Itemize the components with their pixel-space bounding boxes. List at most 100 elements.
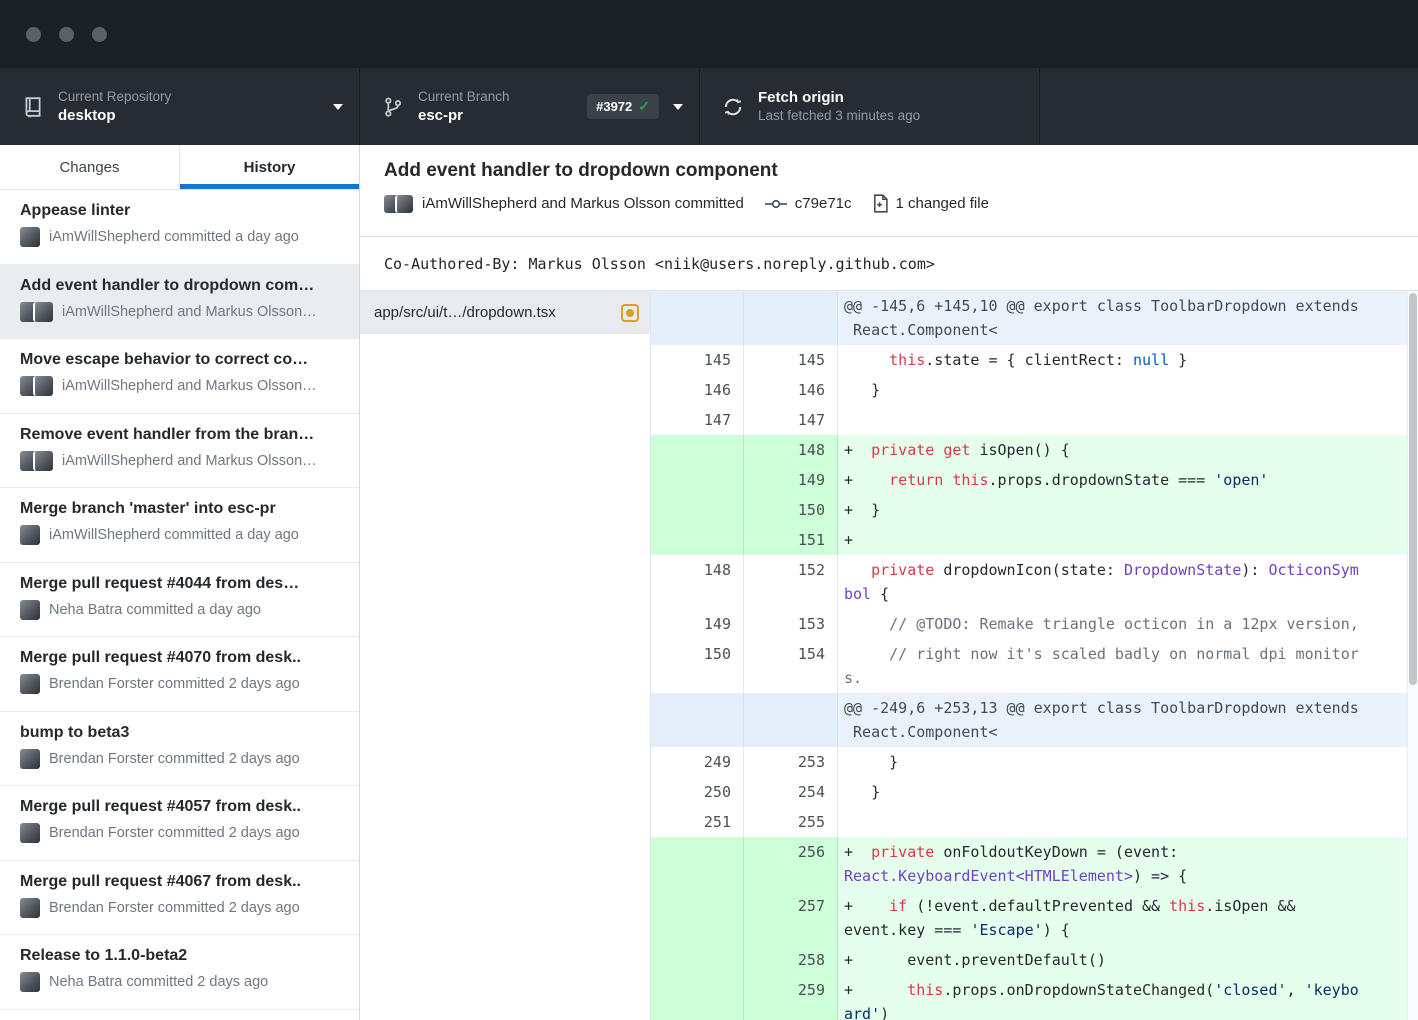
commit-list-item[interactable]: Remove event handler from the bran…iAmWi… bbox=[0, 414, 359, 489]
commit-list-item[interactable]: Merge pull request #4057 from desk..Bren… bbox=[0, 786, 359, 861]
commit-list-item[interactable]: Merge pull request #4070 from desk..Bren… bbox=[0, 637, 359, 712]
diff-scrollbar-track[interactable] bbox=[1407, 291, 1418, 1020]
new-line-number: 148 bbox=[744, 435, 838, 465]
diff-code: + private onFoldoutKeyDown = (event:Reac… bbox=[838, 837, 1418, 891]
commit-item-title: Merge pull request #4044 from des… bbox=[20, 575, 345, 593]
tab-changes[interactable]: Changes bbox=[0, 145, 179, 189]
old-line-number: 147 bbox=[651, 405, 744, 435]
commit-item-byline: iAmWillShepherd committed a day ago bbox=[20, 227, 345, 247]
old-line-number bbox=[651, 975, 744, 1020]
new-line-number: 149 bbox=[744, 465, 838, 495]
new-line-number: 258 bbox=[744, 945, 838, 975]
commit-item-title: bump to beta3 bbox=[20, 724, 345, 742]
sidebar: Changes History Appease linter iAmWillShe… bbox=[0, 145, 360, 1020]
avatar bbox=[384, 195, 413, 213]
diff-code: } bbox=[838, 747, 1418, 777]
commit-list-item[interactable]: bump to beta3Brendan Forster committed 2… bbox=[0, 712, 359, 787]
commit-history-list: Appease linter iAmWillShepherd committed … bbox=[0, 190, 359, 1020]
avatar bbox=[20, 972, 40, 992]
old-line-number bbox=[651, 435, 744, 465]
commit-list-item[interactable]: Merge pull request #4067 from desk.. Bren… bbox=[0, 861, 359, 936]
repository-label: Current Repository bbox=[58, 88, 171, 106]
old-line-number: 250 bbox=[651, 777, 744, 807]
window-zoom-button[interactable] bbox=[92, 27, 107, 42]
old-line-number: 251 bbox=[651, 807, 744, 837]
window-minimize-button[interactable] bbox=[59, 27, 74, 42]
branch-dropdown-button[interactable]: Current Branch esc-pr #3972 ✓ bbox=[360, 68, 700, 145]
chevron-down-icon bbox=[673, 104, 683, 110]
new-line-number bbox=[744, 291, 838, 345]
diff-code: private dropdownIcon(state: DropdownStat… bbox=[838, 555, 1418, 609]
old-line-number bbox=[651, 525, 744, 555]
new-line-number: 145 bbox=[744, 345, 838, 375]
diff-added-line: 150+ } bbox=[651, 495, 1418, 525]
diff-code: + if (!event.defaultPrevented && this.is… bbox=[838, 891, 1418, 945]
diff-scrollbar-thumb[interactable] bbox=[1409, 293, 1417, 685]
diff-context-line: 249253 } bbox=[651, 747, 1418, 777]
avatar bbox=[20, 600, 40, 620]
diff-hunk-header: @@ -249,6 +253,13 @@ export class Toolba… bbox=[651, 693, 1418, 747]
old-line-number bbox=[651, 693, 744, 747]
branch-name: esc-pr bbox=[418, 106, 510, 126]
app-toolbar: Current Repository desktop Current Branc… bbox=[0, 68, 1418, 145]
commit-item-byline: iAmWillShepherd and Markus Olsson… bbox=[20, 302, 345, 322]
old-line-number: 148 bbox=[651, 555, 744, 609]
commit-list-item[interactable]: Appease linter iAmWillShepherd committed … bbox=[0, 190, 359, 265]
avatar bbox=[20, 525, 40, 545]
commit-byline: iAmWillShepherd and Markus Olsson commit… bbox=[422, 195, 744, 212]
diff-added-line: 151+ bbox=[651, 525, 1418, 555]
old-line-number: 145 bbox=[651, 345, 744, 375]
diff-code: + event.preventDefault() bbox=[838, 945, 1418, 975]
new-line-number: 151 bbox=[744, 525, 838, 555]
diff-context-line: 145145 this.state = { clientRect: null } bbox=[651, 345, 1418, 375]
diff-context-line: 147147 bbox=[651, 405, 1418, 435]
old-line-number: 249 bbox=[651, 747, 744, 777]
avatar bbox=[20, 302, 53, 322]
diff-context-line: 149153 // @TODO: Remake triangle octicon… bbox=[651, 609, 1418, 639]
repository-dropdown-button[interactable]: Current Repository desktop bbox=[0, 68, 360, 145]
file-path: app/src/ui/t…/dropdown.tsx bbox=[374, 304, 611, 321]
commit-item-byline: Brendan Forster committed 2 days ago bbox=[20, 674, 345, 694]
avatar bbox=[20, 451, 53, 471]
commit-list-item[interactable]: Merge pull request #4044 from des…Neha B… bbox=[0, 563, 359, 638]
commit-item-byline: Brendan Forster committed 2 days ago bbox=[20, 898, 345, 918]
file-list-item[interactable]: app/src/ui/t…/dropdown.tsx bbox=[360, 291, 650, 334]
commit-item-title: Move escape behavior to correct co… bbox=[20, 351, 345, 369]
commit-list-item[interactable]: Add event handler to dropdown com… iAmWil… bbox=[0, 265, 359, 340]
commit-list-item[interactable]: Merge pull request #4050 from desk.. bbox=[0, 1010, 359, 1020]
new-line-number: 146 bbox=[744, 375, 838, 405]
commit-item-byline: iAmWillShepherd committed a day ago bbox=[20, 525, 345, 545]
commit-item-title: Merge pull request #4067 from desk.. bbox=[20, 873, 345, 891]
old-line-number bbox=[651, 891, 744, 945]
branch-label: Current Branch bbox=[418, 88, 510, 106]
diff-added-line: 258+ event.preventDefault() bbox=[651, 945, 1418, 975]
diff-code: } bbox=[838, 375, 1418, 405]
diff-added-line: 257+ if (!event.defaultPrevented && this… bbox=[651, 891, 1418, 945]
new-line-number: 254 bbox=[744, 777, 838, 807]
commit-list-item[interactable]: Release to 1.1.0-beta2Neha Batra committ… bbox=[0, 935, 359, 1010]
sidebar-tabs: Changes History bbox=[0, 145, 359, 190]
git-branch-icon bbox=[382, 96, 404, 118]
new-line-number: 147 bbox=[744, 405, 838, 435]
diff-code bbox=[838, 405, 1418, 435]
diff-context-line: 148152 private dropdownIcon(state: Dropd… bbox=[651, 555, 1418, 609]
fetch-origin-button[interactable]: Fetch origin Last fetched 3 minutes ago bbox=[700, 68, 1040, 145]
diff-context-line: 150154 // right now it's scaled badly on… bbox=[651, 639, 1418, 693]
window-close-button[interactable] bbox=[26, 27, 41, 42]
pull-request-badge: #3972 ✓ bbox=[587, 94, 659, 119]
new-line-number: 253 bbox=[744, 747, 838, 777]
diff-code: + } bbox=[838, 495, 1418, 525]
tab-history[interactable]: History bbox=[179, 145, 359, 189]
commit-title: Add event handler to dropdown component bbox=[384, 160, 1394, 182]
commit-item-title: Appease linter bbox=[20, 202, 345, 220]
diff-code: // @TODO: Remake triangle octicon in a 1… bbox=[838, 609, 1418, 639]
commit-item-title: Add event handler to dropdown com… bbox=[20, 277, 345, 295]
avatar bbox=[20, 749, 40, 769]
avatar bbox=[20, 376, 53, 396]
diff-context-line: 251255 bbox=[651, 807, 1418, 837]
window-titlebar bbox=[0, 0, 1418, 68]
commit-list-item[interactable]: Merge branch 'master' into esc-priAmWill… bbox=[0, 488, 359, 563]
commit-list-item[interactable]: Move escape behavior to correct co…iAmWi… bbox=[0, 339, 359, 414]
diff-context-line: 250254 } bbox=[651, 777, 1418, 807]
diff-added-line: 259+ this.props.onDropdownStateChanged('… bbox=[651, 975, 1418, 1020]
